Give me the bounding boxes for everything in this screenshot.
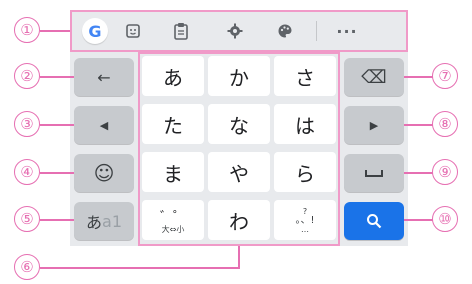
backspace-key[interactable]: ⌫ — [344, 58, 404, 96]
emoji-key[interactable]: ☺ — [74, 154, 134, 192]
callout-line-2 — [40, 76, 74, 78]
kana-grid: あ か さ た な は ま や ら ゛゜ 大⇔小 わ ? 。、! … — [138, 52, 340, 246]
dakuten-label: ゛゜ — [159, 210, 186, 225]
mode-label-alnum: a1 — [102, 211, 122, 231]
more-icon: ··· — [336, 21, 358, 41]
key-na[interactable]: な — [208, 104, 270, 144]
emoji-sticker-icon — [126, 24, 140, 38]
dakuten-sub-label: 大⇔小 — [161, 225, 185, 234]
callout-line-1 — [40, 30, 70, 32]
key-ta[interactable]: た — [142, 104, 204, 144]
callout-line-8 — [404, 124, 434, 126]
key-ka[interactable]: か — [208, 56, 270, 96]
callout-line-5 — [40, 219, 74, 221]
arrow-right-icon: ▶ — [369, 118, 379, 132]
callout-vline-6 — [238, 246, 240, 268]
arrow-left-icon: ◀ — [99, 118, 109, 132]
punct-mid-label: 。、! — [295, 214, 315, 226]
callout-line-6 — [40, 267, 240, 269]
clipboard-button[interactable] — [164, 12, 198, 50]
more-button[interactable]: ··· — [330, 12, 364, 50]
key-ha[interactable]: は — [274, 104, 336, 144]
key-dakuten[interactable]: ゛゜ 大⇔小 — [142, 200, 204, 240]
callout-9: ⑨ — [432, 159, 458, 185]
callout-6: ⑥ — [14, 254, 40, 280]
theme-button[interactable] — [268, 12, 302, 50]
toolbar-separator — [316, 21, 317, 41]
settings-button[interactable] — [218, 12, 252, 50]
callout-line-7 — [404, 76, 434, 78]
callout-line-4 — [40, 172, 74, 174]
key-ma[interactable]: ま — [142, 152, 204, 192]
key-sa[interactable]: さ — [274, 56, 336, 96]
space-icon — [365, 170, 383, 177]
key-ya[interactable]: や — [208, 152, 270, 192]
key-a[interactable]: あ — [142, 56, 204, 96]
google-logo-icon: G — [82, 18, 108, 44]
google-button[interactable]: G — [78, 12, 112, 50]
palette-icon — [278, 24, 292, 38]
callout-line-3 — [40, 124, 74, 126]
gear-icon — [227, 23, 243, 39]
callout-1: ① — [14, 17, 40, 43]
search-key[interactable] — [344, 202, 404, 240]
callout-5: ⑤ — [14, 206, 40, 232]
search-icon — [367, 214, 382, 229]
clipboard-icon — [174, 23, 188, 40]
callout-8: ⑧ — [432, 111, 458, 137]
space-key[interactable] — [344, 154, 404, 192]
keyboard-toolbar: G ··· — [70, 10, 408, 52]
backspace-icon: ⌫ — [361, 66, 387, 88]
callout-2: ② — [14, 63, 40, 89]
back-key[interactable]: ← — [74, 58, 134, 96]
callout-10: ⑩ — [432, 206, 458, 232]
key-punctuation[interactable]: ? 。、! … — [274, 200, 336, 240]
emoji-sticker-button[interactable] — [116, 12, 150, 50]
smiley-icon: ☺ — [93, 161, 115, 185]
punct-bottom-label: … — [301, 224, 309, 234]
mode-label-hiragana: あ — [86, 213, 103, 232]
input-mode-key[interactable]: あ a1 — [74, 202, 134, 240]
callout-3: ③ — [14, 111, 40, 137]
callout-line-9 — [404, 172, 434, 174]
callout-7: ⑦ — [432, 63, 458, 89]
key-ra[interactable]: ら — [274, 152, 336, 192]
callout-4: ④ — [14, 159, 40, 185]
cursor-left-key[interactable]: ◀ — [74, 106, 134, 144]
cursor-right-key[interactable]: ▶ — [344, 106, 404, 144]
callout-line-10 — [404, 219, 434, 221]
arrow-back-icon: ← — [97, 67, 111, 87]
key-wa[interactable]: わ — [208, 200, 270, 240]
